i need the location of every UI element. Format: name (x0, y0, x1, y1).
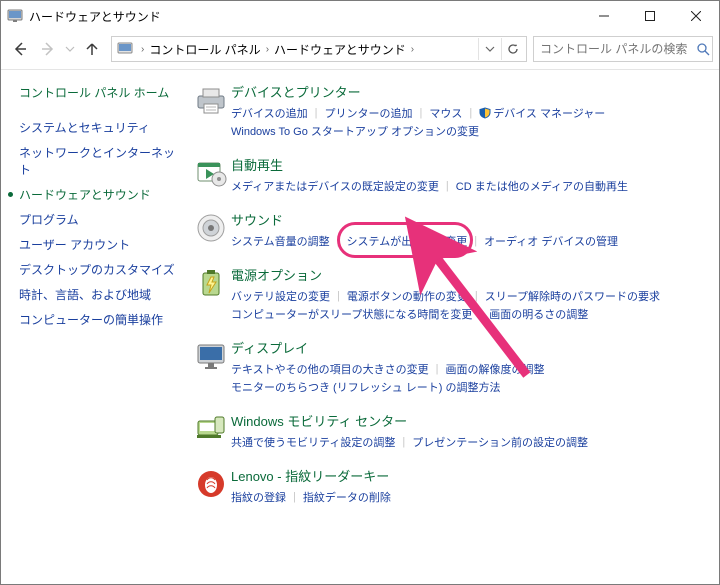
section-sound: サウンドシステム音量の調整 | システムが出す音の変更 | オーディオ デバイスの管理 (191, 210, 703, 251)
breadcrumb[interactable]: › コントロール パネル › ハードウェアとサウンド › (111, 36, 527, 62)
content: デバイスとプリンターデバイスの追加 | プリンターの追加 | マウス | デバイス マネージ… (185, 70, 719, 584)
section-title-autoplay[interactable]: 自動再生 (231, 155, 703, 174)
sidebar-item-desktop-customize[interactable]: デスクトップのカスタマイズ (19, 257, 177, 282)
sidebar-item-ease-of-access[interactable]: コンピューターの簡単操作 (19, 307, 177, 332)
section-devices: デバイスとプリンターデバイスの追加 | プリンターの追加 | マウス | デバイス マネージ… (191, 82, 703, 141)
sidebar-item-system-security[interactable]: システムとセキュリティ (19, 115, 177, 140)
link-power-1-0[interactable]: コンピューターがスリープ状態になる時間を変更 (231, 306, 472, 322)
divider: | (446, 180, 449, 192)
link-devices-0-0[interactable]: デバイスの追加 (231, 105, 308, 121)
mobility-icon (191, 411, 231, 452)
maximize-button[interactable] (627, 1, 673, 31)
link-lenovo-0-1[interactable]: 指紋データの削除 (303, 489, 391, 505)
divider: | (469, 107, 472, 119)
link-mobility-0-1[interactable]: プレゼンテーション前の設定の調整 (412, 434, 588, 450)
sidebar-item-hardware-sound[interactable]: ハードウェアとサウンド (19, 182, 177, 207)
divider: | (337, 235, 340, 247)
control-panel-window: ハードウェアとサウンド › コントロール パネル (0, 0, 720, 585)
section-title-sound[interactable]: サウンド (231, 210, 703, 229)
link-devices-0-2[interactable]: マウス (429, 105, 462, 121)
recent-dropdown[interactable] (63, 36, 77, 62)
forward-button[interactable] (35, 36, 61, 62)
close-button[interactable] (673, 1, 719, 31)
search-icon[interactable] (697, 43, 710, 56)
speaker-icon (191, 210, 231, 251)
printer-devices-icon (191, 82, 231, 141)
monitor-icon (191, 338, 231, 397)
divider: | (475, 290, 478, 302)
sidebar-home[interactable]: コントロール パネル ホーム (19, 84, 177, 101)
link-display-0-1[interactable]: 画面の解像度の調整 (446, 361, 545, 377)
sidebar-item-user-accounts[interactable]: ユーザー アカウント (19, 232, 177, 257)
body: コントロール パネル ホーム システムとセキュリティ ネットワークとインターネッ… (1, 70, 719, 584)
link-power-0-0[interactable]: バッテリ設定の変更 (231, 288, 330, 304)
divider: | (315, 107, 318, 119)
section-display: ディスプレイテキストやその他の項目の大きさの変更 | 画面の解像度の調整モニターのち… (191, 338, 703, 397)
breadcrumb-icon (117, 41, 133, 57)
divider: | (474, 235, 477, 247)
divider: | (420, 107, 423, 119)
section-mobility: Windows モビリティ センター共通で使うモビリティ設定の調整 | プレゼンテー… (191, 411, 703, 452)
link-lenovo-0-0[interactable]: 指紋の登録 (231, 489, 286, 505)
address-dropdown[interactable] (478, 38, 501, 60)
link-sound-0-1[interactable]: システムが出す音の変更 (347, 233, 468, 249)
chevron-right-icon[interactable]: › (266, 44, 269, 55)
divider: | (337, 290, 340, 302)
section-power: 電源オプションバッテリ設定の変更|電源ボタンの動作の変更|スリープ解除時のパスワ… (191, 265, 703, 324)
up-button[interactable] (79, 36, 105, 62)
sidebar-item-clock-language-region[interactable]: 時計、言語、および地域 (19, 282, 177, 307)
breadcrumb-hardware-sound[interactable]: ハードウェアとサウンド (273, 41, 407, 58)
search-input[interactable] (538, 41, 697, 57)
chevron-right-icon[interactable]: › (141, 44, 144, 55)
breadcrumb-control-panel[interactable]: コントロール パネル (148, 41, 261, 58)
link-display-1-0[interactable]: モニターのちらつき (リフレッシュ レート) の調整方法 (231, 379, 501, 395)
divider: | (293, 491, 296, 503)
section-title-power[interactable]: 電源オプション (231, 265, 703, 284)
link-autoplay-0-0[interactable]: メディアまたはデバイスの既定設定の変更 (231, 178, 439, 194)
toolbar: › コントロール パネル › ハードウェアとサウンド › (1, 31, 719, 70)
link-devices-0-1[interactable]: プリンターの追加 (325, 105, 413, 121)
link-mobility-0-0[interactable]: 共通で使うモビリティ設定の調整 (231, 434, 395, 450)
titlebar: ハードウェアとサウンド (1, 1, 719, 31)
back-button[interactable] (7, 36, 33, 62)
sidebar-item-programs[interactable]: プログラム (19, 207, 177, 232)
link-display-0-0[interactable]: テキストやその他の項目の大きさの変更 (231, 361, 429, 377)
section-title-devices[interactable]: デバイスとプリンター (231, 82, 703, 101)
refresh-button[interactable] (501, 38, 524, 60)
section-title-mobility[interactable]: Windows モビリティ センター (231, 411, 703, 430)
autoplay-icon (191, 155, 231, 196)
section-title-display[interactable]: ディスプレイ (231, 338, 703, 357)
control-panel-icon (7, 8, 23, 24)
link-power-0-2[interactable]: スリープ解除時のパスワードの要求 (485, 288, 660, 304)
sidebar-item-network[interactable]: ネットワークとインターネット (19, 140, 177, 182)
search-box[interactable] (533, 36, 713, 62)
minimize-button[interactable] (581, 1, 627, 31)
chevron-right-icon[interactable]: › (411, 44, 414, 55)
sidebar: コントロール パネル ホーム システムとセキュリティ ネットワークとインターネッ… (1, 70, 185, 584)
link-power-0-1[interactable]: 電源ボタンの動作の変更 (347, 288, 468, 304)
divider: | (402, 436, 405, 448)
divider: | (436, 363, 439, 375)
battery-icon (191, 265, 231, 324)
link-power-1-1[interactable]: 画面の明るさの調整 (489, 306, 588, 322)
fingerprint-icon (191, 466, 231, 507)
link-devices-0-3[interactable]: デバイス マネージャー (479, 105, 605, 121)
link-devices-1-0[interactable]: Windows To Go スタートアップ オプションの変更 (231, 123, 479, 139)
section-title-lenovo[interactable]: Lenovo - 指紋リーダーキー (231, 466, 703, 485)
link-autoplay-0-1[interactable]: CD または他のメディアの自動再生 (456, 178, 628, 194)
section-lenovo: Lenovo - 指紋リーダーキー指紋の登録 | 指紋データの削除 (191, 466, 703, 507)
section-autoplay: 自動再生メディアまたはデバイスの既定設定の変更 | CD または他のメディアの自動再… (191, 155, 703, 196)
divider: | (479, 308, 482, 320)
window-title: ハードウェアとサウンド (29, 8, 161, 25)
link-sound-0-2[interactable]: オーディオ デバイスの管理 (484, 233, 618, 249)
link-sound-0-0[interactable]: システム音量の調整 (231, 233, 330, 249)
